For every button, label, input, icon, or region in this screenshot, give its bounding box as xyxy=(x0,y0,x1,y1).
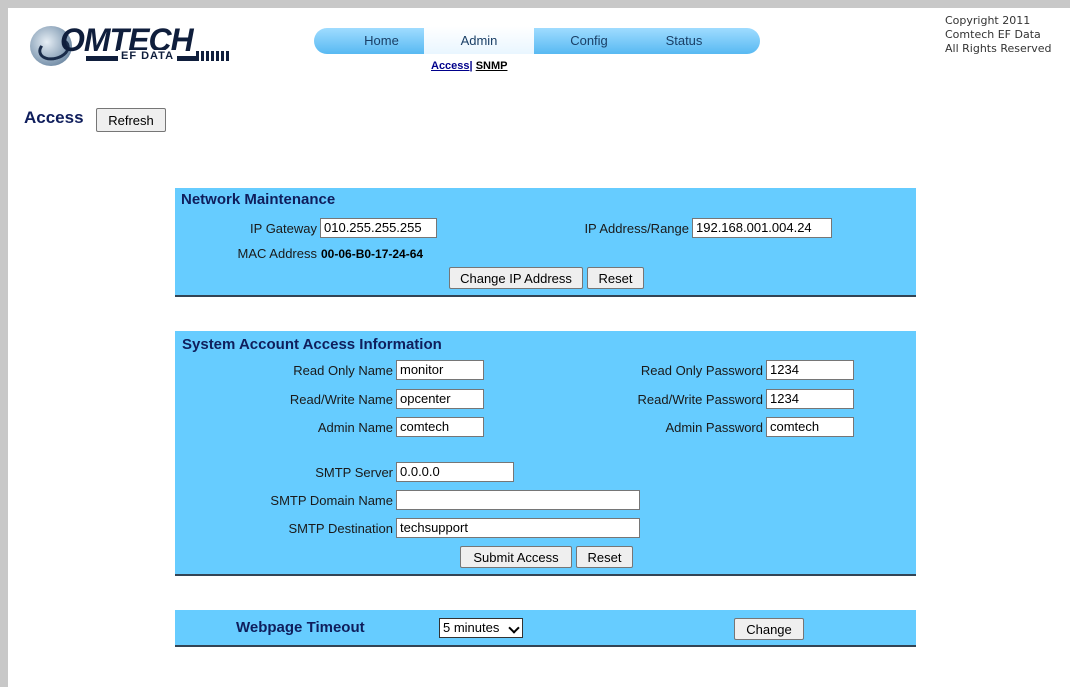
chevron-down-icon xyxy=(508,622,520,634)
comtech-logo: OMTECH EF DATA xyxy=(30,22,260,70)
mac-address-value: 00-06-B0-17-24-64 xyxy=(321,247,424,261)
timeout-select[interactable]: 5 minutes xyxy=(439,618,523,638)
ro-password-label: Read Only Password xyxy=(640,363,763,378)
admin-name-input[interactable]: comtech xyxy=(396,417,484,437)
timeout-selected-value: 5 minutes xyxy=(443,620,500,635)
copyright-line: Comtech EF Data xyxy=(945,28,1041,41)
smtp-destination-input[interactable]: techsupport xyxy=(396,518,640,538)
ro-name-input[interactable]: monitor xyxy=(396,360,484,380)
rw-password-label: Read/Write Password xyxy=(637,392,763,407)
logo-stripes xyxy=(196,51,230,61)
left-border xyxy=(0,8,8,687)
change-ip-button[interactable]: Change IP Address xyxy=(449,267,583,289)
network-panel-title: Network Maintenance xyxy=(181,191,336,208)
tab-home[interactable]: Home xyxy=(334,28,429,54)
ro-password-input[interactable]: 1234 xyxy=(766,360,854,380)
submit-access-button[interactable]: Submit Access xyxy=(460,546,572,568)
main-nav: Home Admin Config Status xyxy=(314,26,760,54)
admin-password-input[interactable]: comtech xyxy=(766,417,854,437)
subnav-snmp-link[interactable]: SNMP xyxy=(476,60,508,72)
page-title: Access xyxy=(24,108,84,127)
account-panel-title: System Account Access Information xyxy=(182,336,442,353)
mac-address-label: MAC Address xyxy=(237,246,317,261)
tab-admin[interactable]: Admin xyxy=(424,26,534,54)
copyright: Copyright 2011 Comtech EF Data All Right… xyxy=(945,14,1052,56)
admin-password-label: Admin Password xyxy=(665,420,763,435)
ro-name-label: Read Only Name xyxy=(293,363,393,378)
rw-password-input[interactable]: 1234 xyxy=(766,389,854,409)
top-strip xyxy=(0,0,1070,8)
tab-status[interactable]: Status xyxy=(639,28,729,54)
network-maintenance-panel: Network Maintenance IP Gateway 010.255.2… xyxy=(175,188,916,297)
sub-nav: Access| SNMP xyxy=(431,60,507,72)
system-account-panel: System Account Access Information Read O… xyxy=(175,331,916,576)
copyright-line: Copyright 2011 xyxy=(945,14,1031,27)
smtp-server-label: SMTP Server xyxy=(315,465,393,480)
smtp-server-input[interactable]: 0.0.0.0 xyxy=(396,462,514,482)
ip-range-input[interactable]: 192.168.001.004.24 xyxy=(692,218,832,238)
timeout-title: Webpage Timeout xyxy=(236,619,365,636)
rw-name-input[interactable]: opcenter xyxy=(396,389,484,409)
smtp-destination-label: SMTP Destination xyxy=(288,521,393,536)
subnav-access-link[interactable]: Access| xyxy=(431,60,473,72)
logo-subtitle: EF DATA xyxy=(118,50,178,62)
ip-gateway-label: IP Gateway xyxy=(250,221,317,236)
webpage-timeout-panel: Webpage Timeout 5 minutes Change xyxy=(175,610,916,647)
tab-config[interactable]: Config xyxy=(539,28,639,54)
account-reset-button[interactable]: Reset xyxy=(576,546,633,568)
network-reset-button[interactable]: Reset xyxy=(587,267,644,289)
ip-gateway-input[interactable]: 010.255.255.255 xyxy=(320,218,437,238)
change-timeout-button[interactable]: Change xyxy=(734,618,804,640)
copyright-line: All Rights Reserved xyxy=(945,42,1052,55)
admin-name-label: Admin Name xyxy=(317,420,393,435)
refresh-button[interactable]: Refresh xyxy=(96,108,166,132)
smtp-domain-input[interactable] xyxy=(396,490,640,510)
smtp-domain-label: SMTP Domain Name xyxy=(270,493,393,508)
ip-range-label: IP Address/Range xyxy=(584,221,689,236)
rw-name-label: Read/Write Name xyxy=(289,392,393,407)
